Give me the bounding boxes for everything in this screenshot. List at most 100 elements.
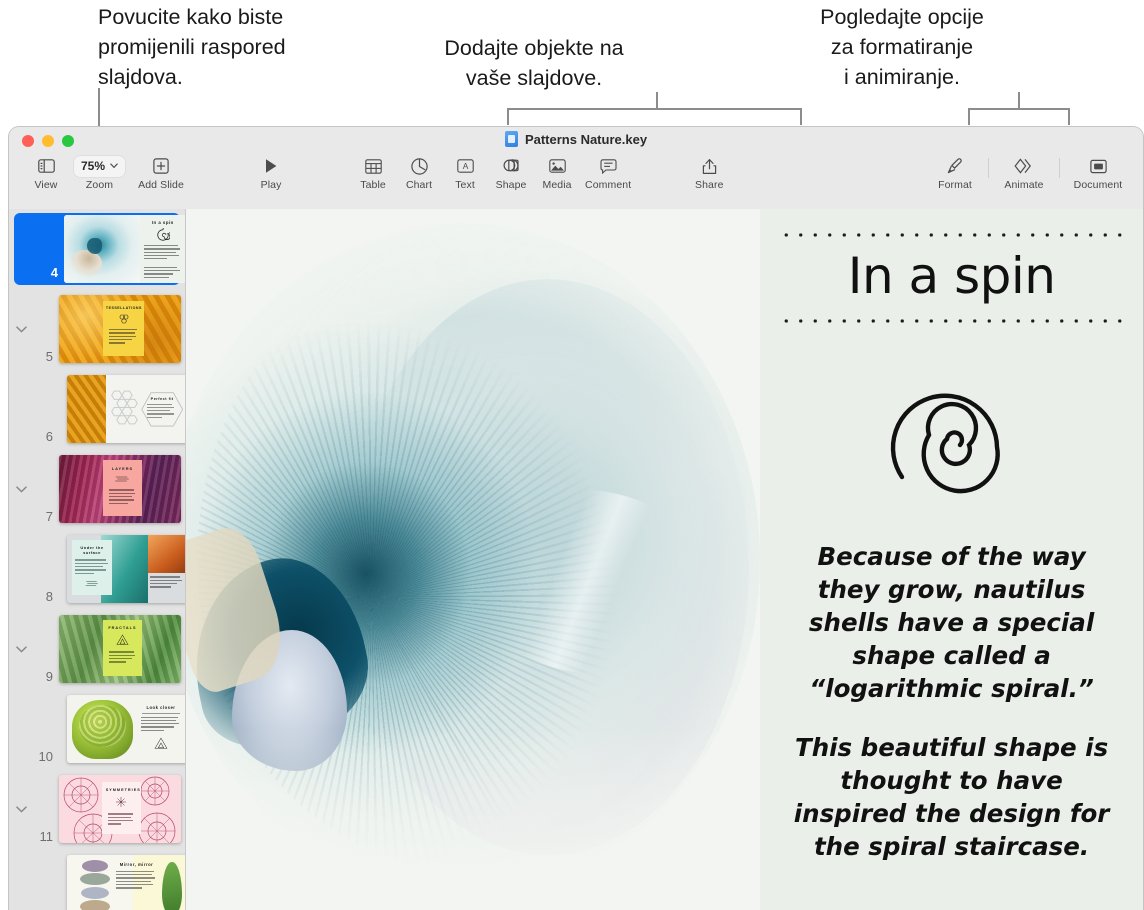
slide-paragraph-2[interactable]: This beautiful shape is thought to have … xyxy=(792,731,1112,863)
shape-label: Shape xyxy=(495,179,527,191)
share-button[interactable]: Share xyxy=(686,155,732,191)
animate-diamond-icon xyxy=(1014,155,1034,177)
add-slide-button[interactable]: Add Slide xyxy=(130,155,192,191)
thumbnail-image: Perfect fit xyxy=(67,375,185,443)
zoom-label: Zoom xyxy=(85,179,114,191)
thumbnail-image: LAYERS xyxy=(59,455,181,523)
thumbnail-title: Mirror, mirror xyxy=(119,861,154,867)
slide-thumbnail-12[interactable]: 12 Mirror, mirror xyxy=(9,849,185,910)
minimize-button[interactable] xyxy=(42,135,54,147)
format-button[interactable]: Format xyxy=(929,155,981,191)
document-icon xyxy=(1089,155,1107,177)
slide-thumbnail-5[interactable]: 5 TESSELLATIONS xyxy=(9,289,185,369)
zoom-value: 75% xyxy=(81,159,106,173)
thumbnail-image: In a spin xyxy=(64,215,185,283)
chart-label: Chart xyxy=(405,179,433,191)
slide-thumbnail-7[interactable]: 7 LAYERS xyxy=(9,449,185,529)
comment-label: Comment xyxy=(585,179,632,191)
thumbnail-title: Perfect fit xyxy=(150,396,174,401)
svg-text:A: A xyxy=(462,161,468,171)
view-label: View xyxy=(34,179,58,191)
spiral-icon[interactable] xyxy=(872,359,1032,514)
leader-line-mid-stem xyxy=(656,92,658,109)
share-label: Share xyxy=(694,179,724,191)
keynote-window: Patterns Nature.key View 75% Zoom Add Sl… xyxy=(8,126,1144,910)
media-button[interactable]: Media xyxy=(534,155,580,191)
leader-line-mid-tick-r xyxy=(800,108,802,125)
thumbnail-image: FRACTALS xyxy=(59,615,181,683)
slide-thumbnail-11[interactable]: 11 SYMMETRIES xyxy=(9,769,185,849)
nautilus-shell-photo[interactable] xyxy=(186,209,761,910)
leader-line-right-stem xyxy=(1018,92,1020,109)
thumbnail-image: Look closer xyxy=(67,695,185,763)
paintbrush-icon xyxy=(946,155,964,177)
format-label: Format xyxy=(938,179,972,191)
slide-thumbnail-4[interactable]: 4 In a spin xyxy=(14,213,185,285)
media-label: Media xyxy=(542,179,572,191)
thumbnail-title: Under the surface xyxy=(80,545,104,556)
document-button[interactable]: Document xyxy=(1067,155,1129,191)
chart-pie-icon xyxy=(410,155,428,177)
slide-text-column: In a spin Because of the way they grow, … xyxy=(760,209,1143,910)
leader-line-mid-tick-l xyxy=(507,108,509,125)
window-titlebar: Patterns Nature.key xyxy=(9,127,1143,155)
zoom-control[interactable]: 75% Zoom xyxy=(69,155,130,191)
slide-number: 7 xyxy=(45,509,53,524)
toolbar: View 75% Zoom Add Slide Play Table Chart… xyxy=(9,155,1143,209)
zoom-popup[interactable]: 75% xyxy=(74,155,126,177)
disclosure-chevron-icon[interactable] xyxy=(9,805,33,813)
thumbnail-title: LAYERS xyxy=(111,466,134,472)
slide-number: 10 xyxy=(38,749,53,764)
slide-number: 11 xyxy=(39,829,54,844)
slide-canvas[interactable]: In a spin Because of the way they grow, … xyxy=(186,209,1143,910)
play-button[interactable]: Play xyxy=(248,155,294,191)
table-button[interactable]: Table xyxy=(350,155,396,191)
shape-icon xyxy=(503,155,520,177)
slide-number: 9 xyxy=(45,669,53,684)
toolbar-left-group: View 75% Zoom Add Slide xyxy=(23,155,192,191)
leader-line-right-bracket xyxy=(968,108,1070,110)
animate-button[interactable]: Animate xyxy=(996,155,1052,191)
text-box-icon: A xyxy=(456,155,474,177)
disclosure-chevron-icon[interactable] xyxy=(9,485,33,493)
shape-button[interactable]: Shape xyxy=(488,155,534,191)
play-label: Play xyxy=(260,179,282,191)
disclosure-chevron-icon[interactable] xyxy=(9,645,33,653)
slide-thumbnail-10[interactable]: 10 Look closer xyxy=(9,689,185,769)
disclosure-chevron-icon[interactable] xyxy=(9,325,33,333)
slide-thumbnail-6[interactable]: 6 Perfect fit xyxy=(9,369,185,449)
thumbnail-image: SYMMETRIES xyxy=(59,775,181,843)
thumbnail-title: In a spin xyxy=(151,220,174,225)
document-title-text: Patterns Nature.key xyxy=(524,131,648,147)
slide-paragraph-1[interactable]: Because of the way they grow, nautilus s… xyxy=(792,540,1112,705)
view-button[interactable]: View xyxy=(23,155,69,191)
zoom-button[interactable] xyxy=(62,135,74,147)
thumbnail-title: Look closer xyxy=(146,704,176,710)
screenshot-root: Povucite kako biste promijenili raspored… xyxy=(0,0,1144,910)
comment-button[interactable]: Comment xyxy=(580,155,636,191)
toolbar-insert-group: Table Chart A Text Shape Media Comment xyxy=(350,155,636,191)
chart-button[interactable]: Chart xyxy=(396,155,442,191)
table-icon xyxy=(364,155,382,177)
sidebar-icon xyxy=(37,155,55,177)
slide-number: 4 xyxy=(50,265,58,280)
keynote-document-icon xyxy=(504,131,518,147)
text-button[interactable]: A Text xyxy=(442,155,488,191)
slide-navigator[interactable]: 4 In a spin 5 TESSELLATIONS 6 Perfect fi… xyxy=(9,209,186,910)
traffic-lights xyxy=(9,135,74,147)
table-label: Table xyxy=(360,179,386,191)
toolbar-right-group: Format Animate Document xyxy=(929,155,1129,191)
slide-title[interactable]: In a spin xyxy=(848,247,1056,305)
slide-thumbnail-9[interactable]: 9 FRACTALS xyxy=(9,609,185,689)
window-content: 4 In a spin 5 TESSELLATIONS 6 Perfect fi… xyxy=(9,209,1143,910)
thumbnail-title: SYMMETRIES xyxy=(105,788,141,793)
slide-thumbnail-8[interactable]: 8 Under the surface xyxy=(9,529,185,609)
leader-line-right-tick-l xyxy=(968,108,970,125)
thumbnail-image: Mirror, mirror xyxy=(67,855,185,910)
current-slide[interactable]: In a spin Because of the way they grow, … xyxy=(186,209,1143,910)
close-button[interactable] xyxy=(22,135,34,147)
callout-insert-objects: Dodajte objekte na vaše slajdove. xyxy=(444,36,624,90)
leader-line-mid-bracket xyxy=(507,108,802,110)
add-slide-label: Add Slide xyxy=(138,179,184,191)
dotted-rule-bottom xyxy=(779,319,1125,323)
